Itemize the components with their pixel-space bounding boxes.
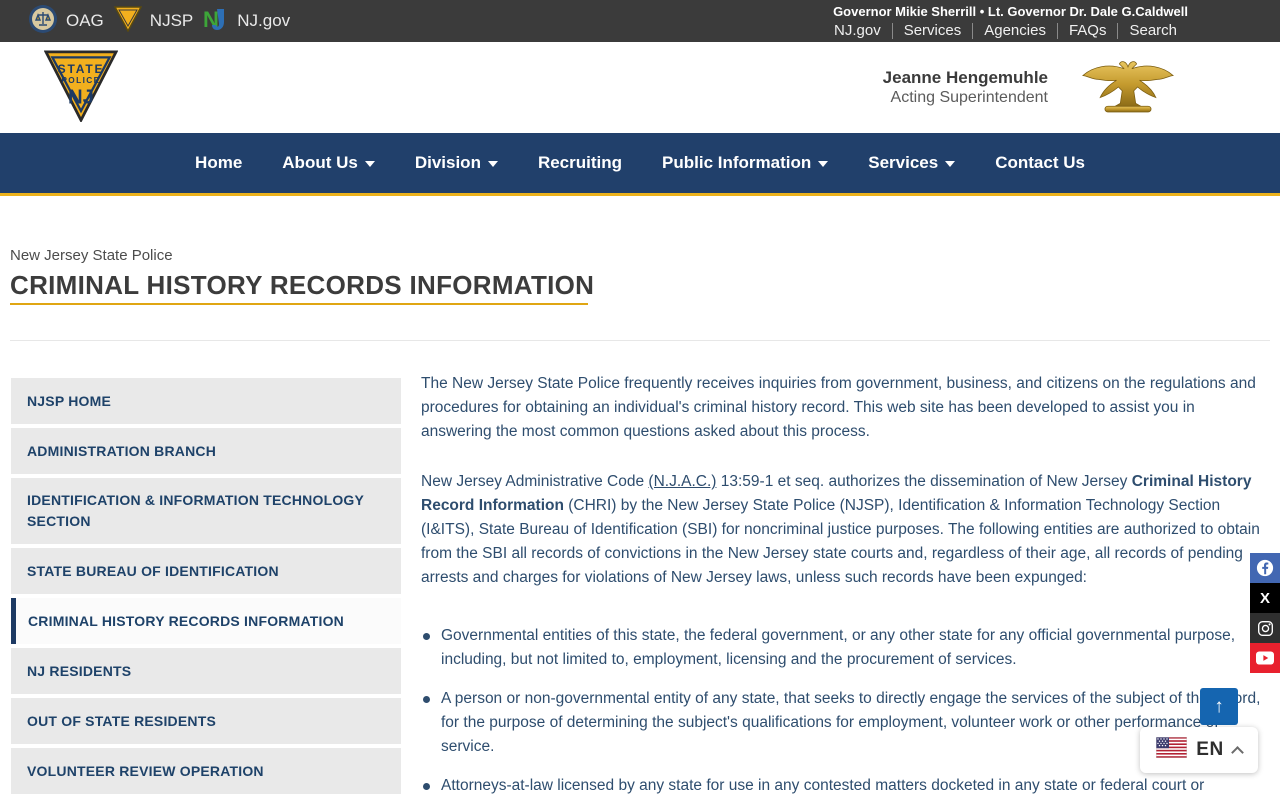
title-underline <box>10 303 588 305</box>
authorized-entities-list: Governmental entities of this state, the… <box>421 624 1263 798</box>
njgov-link[interactable]: N NJ.gov <box>203 6 290 37</box>
arrow-up-icon: ↑ <box>1214 695 1224 717</box>
sidebar-item-administration-branch[interactable]: ADMINISTRATION BRANCH <box>11 428 401 474</box>
sidebar-item-identification-information-technology[interactable]: IDENTIFICATION & INFORMATION TECHNOLOGY … <box>11 478 401 544</box>
list-item: Governmental entities of this state, the… <box>421 624 1263 672</box>
main-content: The New Jersey State Police frequently r… <box>421 372 1263 800</box>
njgov-label: NJ.gov <box>237 11 291 30</box>
section-sidebar: NJSP HOME ADMINISTRATION BRANCH IDENTIFI… <box>11 378 401 798</box>
nav-services-label: Services <box>868 153 939 172</box>
us-flag-icon <box>1155 736 1188 763</box>
nav-home-label: Home <box>195 153 243 172</box>
scroll-to-top-button[interactable]: ↑ <box>1200 688 1238 725</box>
nav-public-information[interactable]: Public Information <box>662 153 829 173</box>
njac-paragraph: New Jersey Administrative Code (N.J.A.C.… <box>421 470 1263 590</box>
nav-home[interactable]: Home <box>195 153 242 173</box>
colonel-eagle-icon <box>1080 56 1176 123</box>
nav-recruiting-label: Recruiting <box>537 153 623 172</box>
list-item: Attorneys-at-law licensed by any state f… <box>421 774 1263 798</box>
link-faqs[interactable]: FAQs <box>1058 22 1118 39</box>
intro-paragraph: The New Jersey State Police frequently r… <box>421 375 1256 440</box>
youtube-icon[interactable] <box>1250 643 1280 673</box>
svg-text:POLICE: POLICE <box>61 75 100 85</box>
agency-logo-group: OAG NJSP N NJ.gov <box>28 0 290 42</box>
chevron-down-icon <box>364 161 375 167</box>
social-sidebar: X <box>1250 553 1280 673</box>
breadcrumb: New Jersey State Police <box>10 247 173 264</box>
sidebar-item-out-of-state-residents[interactable]: OUT OF STATE RESIDENTS <box>11 698 401 744</box>
state-links-row: NJ.gov Services Agencies FAQs Search <box>823 22 1188 39</box>
nav-contact-us-label: Contact Us <box>995 153 1085 172</box>
nav-public-information-label: Public Information <box>662 153 812 172</box>
njsp-link[interactable]: NJSP <box>113 5 194 37</box>
chevron-down-icon <box>945 161 956 167</box>
link-search[interactable]: Search <box>1118 22 1188 39</box>
njac-text-1: New Jersey Administrative Code <box>421 473 649 490</box>
chevron-up-icon <box>1230 745 1244 759</box>
facebook-icon[interactable] <box>1250 553 1280 583</box>
sidebar-item-state-bureau-identification[interactable]: STATE BUREAU OF IDENTIFICATION <box>11 548 401 594</box>
svg-text:STATE: STATE <box>58 62 105 76</box>
sidebar-item-criminal-history-records-active[interactable]: CRIMINAL HISTORY RECORDS INFORMATION <box>11 598 401 644</box>
language-code: EN <box>1196 739 1224 760</box>
list-item: A person or non-governmental entity of a… <box>421 687 1263 759</box>
nav-about-us[interactable]: About Us <box>282 153 375 173</box>
governor-line: Governor Mikie Sherrill • Lt. Governor D… <box>833 4 1188 19</box>
njsp-triangle-logo[interactable]: STATE POLICE NJ <box>43 50 119 127</box>
njac-link[interactable]: (N.J.A.C.) <box>648 473 716 490</box>
njgov-icon: N <box>203 6 229 37</box>
horizontal-rule <box>10 340 1270 341</box>
x-glyph: X <box>1259 589 1270 607</box>
sidebar-item-volunteer-review-operation[interactable]: VOLUNTEER REVIEW OPERATION <box>11 748 401 794</box>
nav-division[interactable]: Division <box>415 153 498 173</box>
sidebar-item-nj-residents[interactable]: NJ RESIDENTS <box>11 648 401 694</box>
instagram-icon[interactable] <box>1250 613 1280 643</box>
njsp-label: NJSP <box>149 11 194 30</box>
nav-division-label: Division <box>414 153 481 172</box>
link-services[interactable]: Services <box>893 22 973 39</box>
link-njgov[interactable]: NJ.gov <box>823 22 892 39</box>
page-title: CRIMINAL HISTORY RECORDS INFORMATION <box>10 270 595 300</box>
oag-seal-icon <box>28 4 58 39</box>
x-twitter-icon[interactable]: X <box>1250 583 1280 613</box>
state-header-links: Governor Mikie Sherrill • Lt. Governor D… <box>823 3 1188 39</box>
site-header: STATE POLICE NJ Jeanne Hengemuhle Acting… <box>0 42 1280 133</box>
chevron-down-icon <box>818 161 829 167</box>
superintendent-block: Jeanne Hengemuhle Acting Superintendent <box>883 68 1048 107</box>
chevron-down-icon <box>487 161 498 167</box>
njac-text-2: 13:59-1 et seq. authorizes the dissemina… <box>716 473 1132 490</box>
sidebar-item-njsp-home[interactable]: NJSP HOME <box>11 378 401 424</box>
oag-link[interactable]: OAG <box>28 4 104 39</box>
superintendent-name: Jeanne Hengemuhle <box>882 68 1048 87</box>
nav-contact-us[interactable]: Contact Us <box>995 153 1085 173</box>
nav-services[interactable]: Services <box>868 153 956 173</box>
superintendent-title: Acting Superintendent <box>890 89 1048 106</box>
page: OAG NJSP N NJ.gov Governor Mikie Sherril… <box>0 0 1280 800</box>
top-utility-bar: OAG NJSP N NJ.gov Governor Mikie Sherril… <box>0 0 1280 42</box>
link-agencies[interactable]: Agencies <box>973 22 1057 39</box>
svg-text:NJ: NJ <box>68 87 94 109</box>
language-selector[interactable]: EN <box>1140 727 1258 773</box>
nav-recruiting[interactable]: Recruiting <box>538 153 622 173</box>
oag-label: OAG <box>66 11 104 30</box>
main-navigation: Home About Us Division Recruiting Public… <box>0 133 1280 196</box>
njsp-badge-icon <box>113 5 143 37</box>
nav-about-us-label: About Us <box>282 153 358 172</box>
